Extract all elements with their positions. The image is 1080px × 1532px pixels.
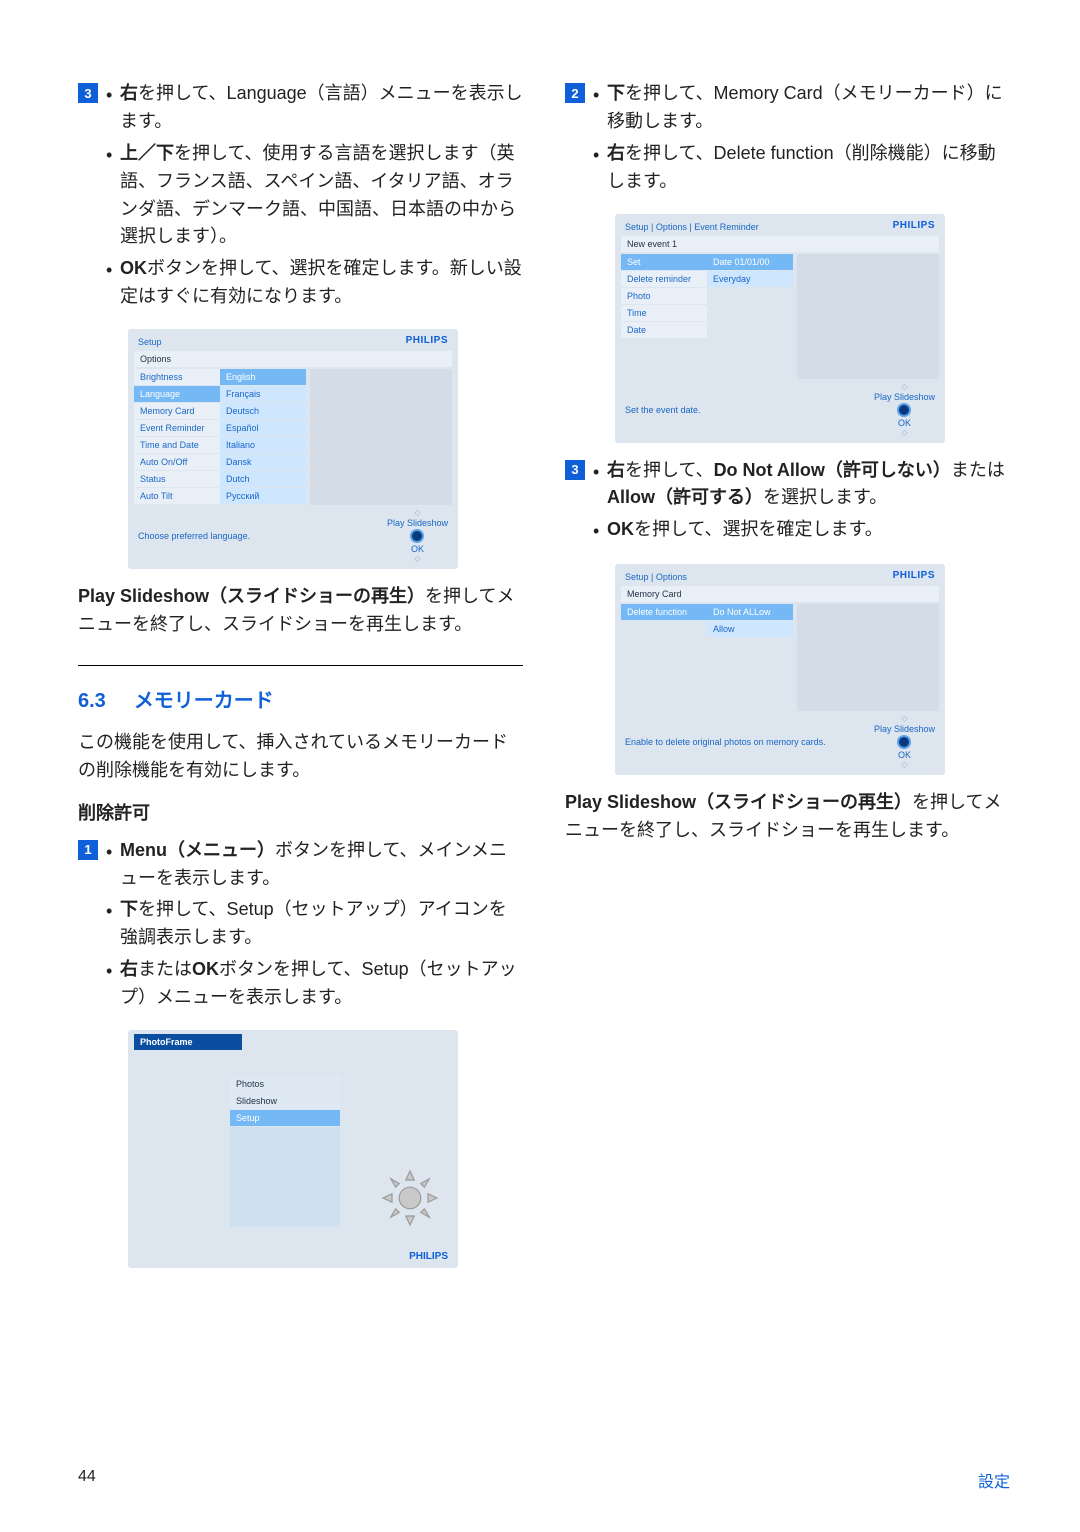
- step-3-left: 3 • 右を押して、Language（言語）メニューを表示します。 • 上／下を…: [78, 80, 523, 315]
- ok-indicator: ◇ Play Slideshow OK ◇: [387, 509, 448, 563]
- page-number: 44: [78, 1468, 96, 1492]
- menu-item: Language: [134, 386, 220, 402]
- philips-logo: PHILIPS: [409, 1251, 448, 1262]
- philips-logo: PHILIPS: [893, 570, 935, 581]
- step-2-right: 2 • 下を押して、Memory Card（メモリーカード）に移動します。 • …: [565, 80, 1010, 200]
- manual-page: 3 • 右を押して、Language（言語）メニューを表示します。 • 上／下を…: [0, 0, 1080, 1532]
- philips-logo: PHILIPS: [406, 335, 448, 346]
- screenshot-event-reminder: PHILIPS Setup | Options | Event Reminder…: [615, 214, 945, 443]
- footer-section-label: 設定: [978, 1468, 1010, 1492]
- play-slideshow-note-right: Play Slideshow（スライドショーの再生）を押してメニューを終了し、ス…: [565, 789, 1010, 845]
- step-badge-2: 2: [565, 83, 585, 103]
- page-footer: 44 設定: [78, 1468, 1010, 1492]
- menu-item-setup: Setup: [230, 1110, 340, 1126]
- ok-indicator: ◇ Play Slideshow OK ◇: [874, 715, 935, 769]
- gear-icon: [380, 1168, 440, 1228]
- ok-indicator: ◇ Play Slideshow OK ◇: [874, 383, 935, 437]
- section-intro: この機能を使用して、挿入されているメモリーカードの削除機能を有効にします。: [78, 729, 523, 785]
- screenshot-delete-function: PHILIPS Setup | Options Memory Card Dele…: [615, 564, 945, 775]
- step-badge-3: 3: [565, 460, 585, 480]
- philips-logo: PHILIPS: [893, 220, 935, 231]
- step-badge-1: 1: [78, 840, 98, 860]
- photoframe-header: PhotoFrame: [134, 1034, 242, 1050]
- subheading-delete-permit: 削除許可: [78, 799, 523, 825]
- play-slideshow-note: Play Slideshow（スライドショーの再生）を押してメニューを終了し、ス…: [78, 583, 523, 639]
- step-3-right: 3 • 右を押して、Do Not Allow（許可しない）またはAllow（許可…: [565, 457, 1010, 551]
- section-heading: 6.3 メモリーカード: [78, 684, 523, 713]
- menu-item: Brightness: [134, 369, 220, 385]
- step-1-left: 1 • Menu（メニュー）ボタンを押して、メインメニューを表示します。 • 下…: [78, 837, 523, 1016]
- screenshot-main-menu: PhotoFrame Photos Slideshow Setup PHILIP…: [128, 1030, 458, 1268]
- step-badge-3: 3: [78, 83, 98, 103]
- screenshot-setup-language: PHILIPS Setup Options Brightness Languag…: [128, 329, 458, 569]
